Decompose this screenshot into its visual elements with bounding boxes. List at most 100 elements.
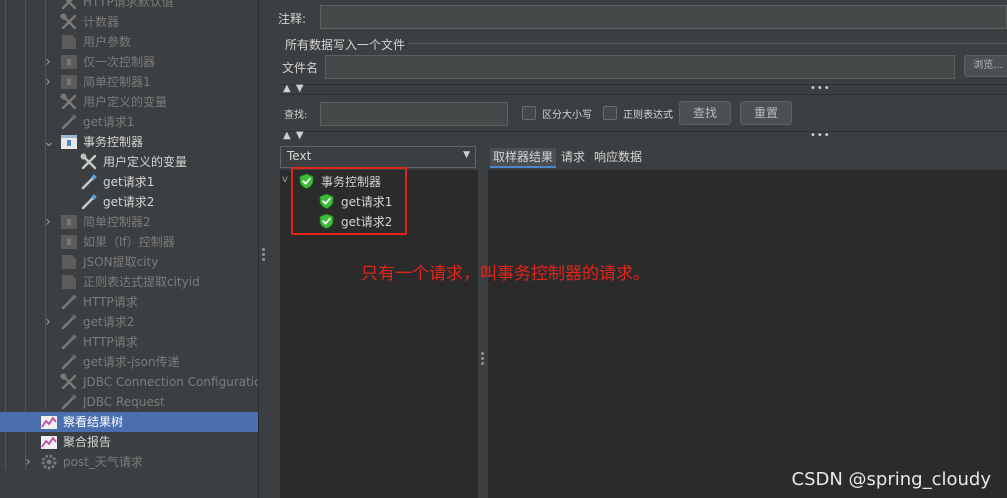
chevron-right-icon[interactable]: › <box>43 215 53 229</box>
tree-item-label: HTTP请求 <box>83 295 138 309</box>
pipette-icon <box>80 193 98 211</box>
highlight-box <box>291 167 407 235</box>
pipette-icon <box>60 333 78 351</box>
postprocessor-icon <box>60 273 78 291</box>
tree-item-label: get请求2 <box>103 195 155 209</box>
listener-icon <box>40 413 58 431</box>
postprocessor-icon <box>60 253 78 271</box>
test-plan-tree[interactable]: HTTP请求默认值计数器用户参数 › 仅一次控制器 › 简单控制器1 用户定义的变量 get… <box>0 0 258 498</box>
pipette-icon <box>60 313 78 331</box>
tree-item[interactable]: 正则表达式提取cityid <box>0 272 258 292</box>
tree-item-label: JSON提取city <box>83 255 159 269</box>
chevron-down-icon: ▼ <box>463 150 470 160</box>
tree-item[interactable]: HTTP请求 <box>0 292 258 312</box>
tree-item-label: 正则表达式提取cityid <box>83 275 200 289</box>
result-tree-expand-arrow[interactable]: v <box>282 174 288 185</box>
tree-item-label: 聚合报告 <box>63 435 112 449</box>
tree-item-label: 简单控制器1 <box>83 75 151 89</box>
pipette-icon <box>80 173 98 191</box>
tree-item[interactable]: › 简单控制器2 <box>0 212 258 232</box>
resize-grip-2[interactable]: ••• <box>810 131 831 141</box>
tree-item[interactable]: get请求-json传递 <box>0 352 258 372</box>
tree-item[interactable]: HTTP请求默认值 <box>0 0 258 12</box>
tree-item-label: get请求-json传递 <box>83 355 180 369</box>
tree-item[interactable]: 聚合报告 <box>0 432 258 452</box>
tree-item-label: 如果（If）控制器 <box>83 235 175 249</box>
tree-item-label: get请求2 <box>83 315 135 329</box>
tree-item[interactable]: 用户定义的变量 <box>0 152 258 172</box>
collapse-arrows-2[interactable]: ▲ ▼ <box>283 131 305 141</box>
divider-top <box>279 84 1007 85</box>
tree-item[interactable]: › 简单控制器1 <box>0 72 258 92</box>
tree-item-label: post_天气请求 <box>63 455 143 469</box>
tree-item[interactable]: › 仅一次控制器 <box>0 52 258 72</box>
tree-item[interactable]: › post_天气请求 <box>0 452 258 472</box>
tree-item-label: 用户定义的变量 <box>83 95 168 109</box>
tree-item-label: HTTP请求默认值 <box>83 0 174 9</box>
tree-item-label: 简单控制器2 <box>83 215 151 229</box>
case-sensitive-checkbox[interactable] <box>522 106 536 120</box>
reset-button[interactable]: 重置 <box>740 101 792 125</box>
tree-item-label: 仅一次控制器 <box>83 55 156 69</box>
results-splitter[interactable] <box>478 144 488 498</box>
vertical-splitter[interactable] <box>258 0 268 498</box>
controller-icon <box>60 213 78 231</box>
chevron-down-icon[interactable]: ⌄ <box>43 135 55 149</box>
tree-item[interactable]: JSON提取city <box>0 252 258 272</box>
tree-item-label: HTTP请求 <box>83 335 138 349</box>
tree-item-label: JDBC Connection Configuration <box>83 375 258 389</box>
regex-label: 正则表达式 <box>623 110 673 121</box>
resize-grip[interactable]: ••• <box>810 84 831 94</box>
filename-input[interactable] <box>325 55 955 79</box>
divider-2-top <box>279 131 1007 132</box>
tree-item[interactable]: 计数器 <box>0 12 258 32</box>
tree-item-label: 事务控制器 <box>83 135 144 149</box>
case-sensitive-label: 区分大小写 <box>542 110 592 121</box>
tree-item[interactable]: JDBC Request <box>0 392 258 412</box>
pipette-icon <box>60 293 78 311</box>
annotation-text: 只有一个请求，叫事务控制器的请求。 <box>361 264 650 284</box>
tree-item[interactable]: 用户定义的变量 <box>0 92 258 112</box>
find-button[interactable]: 查找 <box>679 101 731 125</box>
comment-input[interactable] <box>320 5 1007 29</box>
pipette-icon <box>60 353 78 371</box>
tree-item[interactable]: get请求1 <box>0 112 258 132</box>
chevron-right-icon[interactable]: › <box>43 315 53 329</box>
gear-icon <box>40 453 58 471</box>
wrench-icon <box>60 93 78 111</box>
section-title: 所有数据写入一个文件 <box>285 38 406 52</box>
listener-icon <box>40 433 58 451</box>
tab-sampler-result[interactable]: 取样器结果 <box>490 148 557 168</box>
section-border <box>408 43 1007 44</box>
tree-item[interactable]: › get请求2 <box>0 312 258 332</box>
tab-request[interactable]: 请求 <box>558 148 588 168</box>
tree-item-label: get请求1 <box>103 175 155 189</box>
tree-item[interactable]: 用户参数 <box>0 32 258 52</box>
tree-item[interactable]: get请求2 <box>0 192 258 212</box>
transaction-controller-icon <box>60 133 78 151</box>
watermark: CSDN @spring_cloudy <box>791 469 991 490</box>
chevron-right-icon[interactable]: › <box>43 75 53 89</box>
tree-item-label: 计数器 <box>83 15 120 29</box>
tree-item[interactable]: HTTP请求 <box>0 332 258 352</box>
result-detail-panel: 取样器结果 请求 响应数据 <box>488 144 1007 498</box>
tree-item[interactable]: ⌄ 事务控制器 <box>0 132 258 152</box>
tree-item[interactable]: JDBC Connection Configuration <box>0 372 258 392</box>
tree-item[interactable]: 察看结果树 <box>0 412 258 432</box>
chevron-right-icon[interactable]: › <box>43 55 53 69</box>
browse-button[interactable]: 浏览... <box>964 55 1007 77</box>
collapse-arrows[interactable]: ▲ ▼ <box>283 84 305 94</box>
tab-response-data[interactable]: 响应数据 <box>591 148 645 168</box>
tree-item[interactable]: get请求1 <box>0 172 258 192</box>
search-input[interactable] <box>320 102 508 126</box>
renderer-select[interactable]: Text ▼ <box>280 146 476 168</box>
preprocessor-icon <box>60 33 78 51</box>
pipette-icon <box>60 113 78 131</box>
renderer-select-value: Text <box>287 149 312 163</box>
wrench-icon <box>60 0 78 11</box>
tree-item[interactable]: 如果（If）控制器 <box>0 232 258 252</box>
chevron-right-icon[interactable]: › <box>23 455 33 469</box>
regex-checkbox[interactable] <box>603 106 617 120</box>
search-label: 查找: <box>284 110 308 121</box>
tree-item-label: JDBC Request <box>83 395 165 409</box>
